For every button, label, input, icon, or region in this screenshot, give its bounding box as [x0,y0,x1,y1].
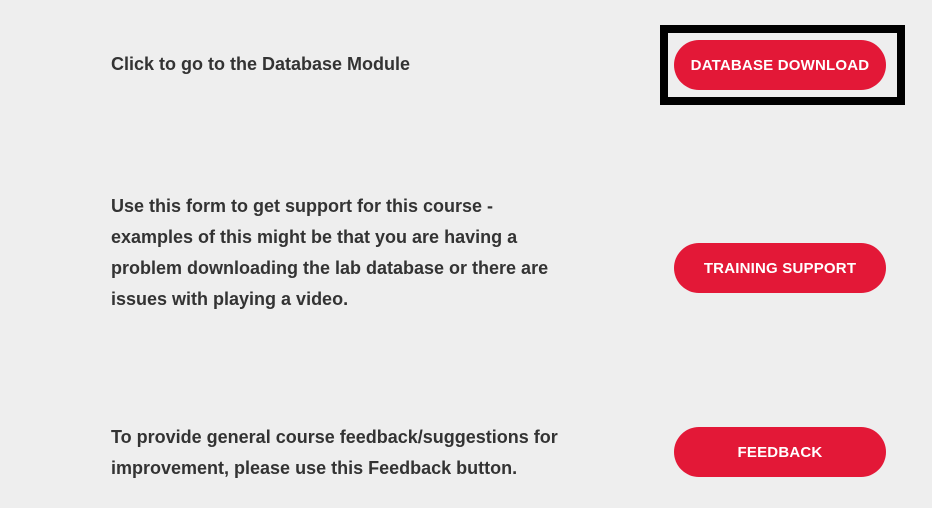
training-support-description: Use this form to get support for this co… [111,196,549,309]
training-support-button[interactable]: TRAINING SUPPORT [674,243,886,293]
feedback-button[interactable]: FEEDBACK [674,427,886,477]
feedback-description: To provide general course feedback/sugge… [111,427,558,478]
database-module-description: Click to go to the Database Module [111,54,411,74]
database-download-button[interactable]: DATABASE DOWNLOAD [674,40,886,90]
